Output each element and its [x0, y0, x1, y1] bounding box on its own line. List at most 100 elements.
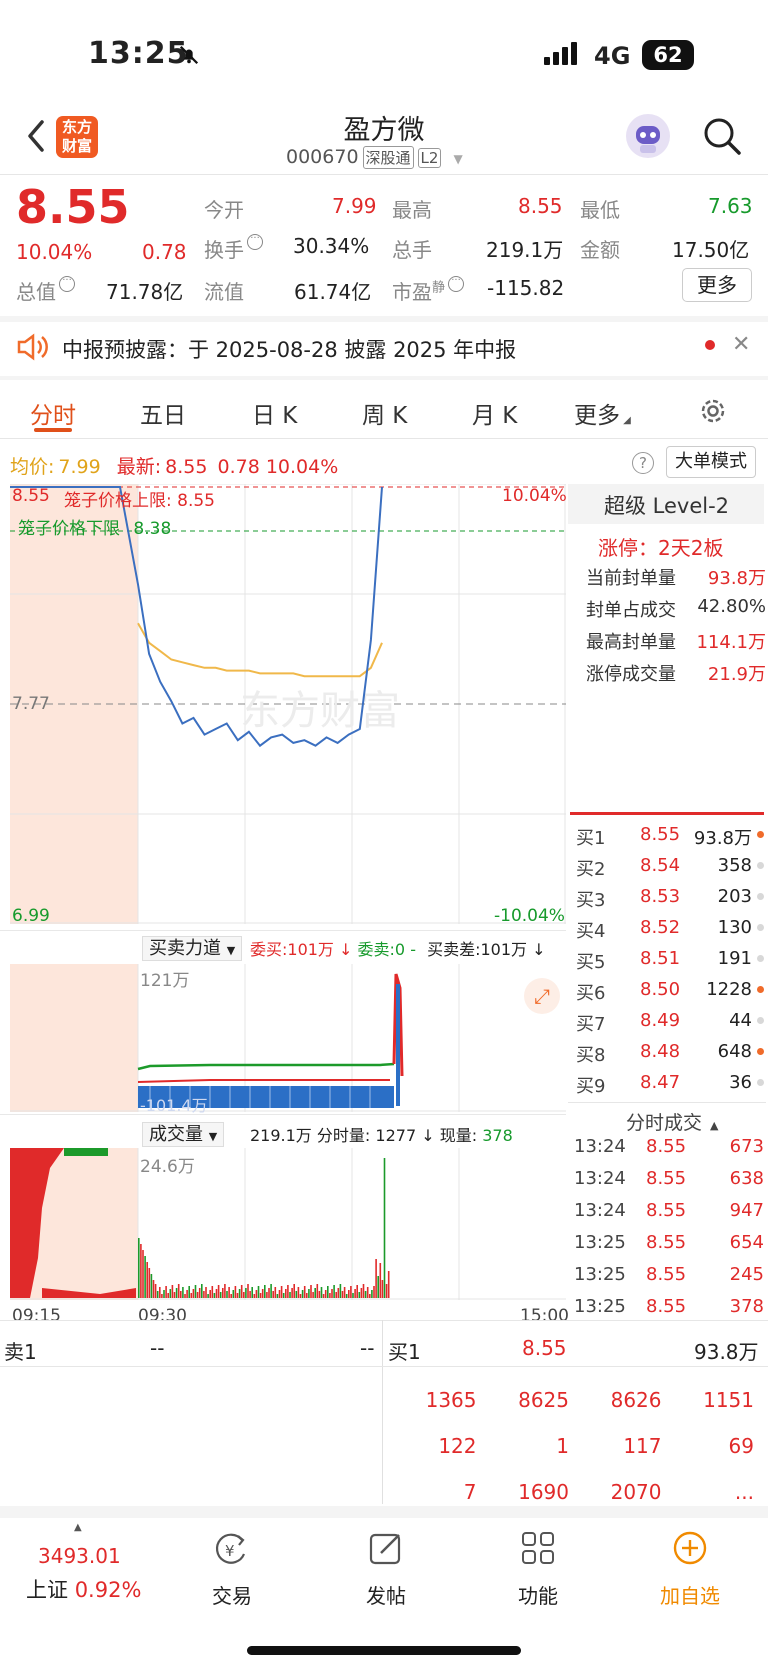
pe-label[interactable]: 市盈静 ···	[392, 276, 465, 305]
mute-bell-icon	[179, 45, 199, 65]
nav-post[interactable]: 发帖	[346, 1580, 426, 1609]
index-line[interactable]: 上证 0.92%	[26, 1574, 141, 1604]
volume-bar	[362, 1284, 365, 1298]
tick-row: 13:24 8.55 638	[574, 1168, 764, 1189]
volume-bar	[306, 1293, 308, 1298]
buy1-label: 买1	[388, 1340, 421, 1364]
info-dots-icon[interactable]: ···	[448, 276, 465, 292]
order-book-row[interactable]: 买8 8.48 648	[574, 1041, 766, 1069]
volume-bar	[211, 1286, 214, 1298]
volume-bar	[188, 1286, 190, 1298]
volume-stats: 219.1万 分时量: 1277 ↓ 现量: 378	[250, 1126, 513, 1145]
volume-bar	[234, 1286, 237, 1298]
volume-bar	[354, 1289, 356, 1298]
tab-weekly-k[interactable]: 周 K	[362, 396, 407, 430]
volume-bar	[348, 1290, 350, 1298]
order-book-row[interactable]: 买4 8.52 130	[574, 917, 766, 945]
order-book-row[interactable]: 买9 8.47 36	[574, 1072, 766, 1100]
volume-bar	[375, 1259, 377, 1298]
volume-bar	[285, 1289, 287, 1298]
volume-bar	[293, 1284, 295, 1298]
volume-bar	[335, 1292, 337, 1298]
gear-icon[interactable]	[698, 396, 728, 426]
volume-bar	[295, 1291, 298, 1298]
post-edit-icon[interactable]	[368, 1530, 404, 1566]
volume-bar	[360, 1288, 363, 1298]
volume-bar	[324, 1290, 327, 1298]
notice-text[interactable]: 中报预披露：于 2025-08-28 披露 2025 年中报	[62, 334, 516, 364]
order-book-row[interactable]: 买2 8.54 358	[574, 855, 766, 883]
volume-bar	[337, 1288, 340, 1298]
volume-bar	[247, 1284, 249, 1298]
force-selector[interactable]: 买卖力道 ▼	[142, 934, 243, 961]
info-dots-icon[interactable]: ···	[247, 234, 263, 250]
volume-bar	[161, 1294, 163, 1298]
order-book-row[interactable]: 买6 8.50 1228	[574, 979, 766, 1007]
change-pct: 10.04%	[16, 240, 93, 264]
turnover-value: 30.34%	[293, 234, 370, 258]
volume-bar	[371, 1290, 373, 1298]
volume-bar	[327, 1286, 329, 1298]
volume-bar	[352, 1293, 354, 1298]
stock-code-line[interactable]: 000670 深股通 L2 ▼	[286, 146, 463, 169]
ticks-title[interactable]: 分时成交 ▲	[626, 1108, 718, 1135]
price-top-label: 8.55	[12, 486, 50, 506]
nav-features[interactable]: 功能	[498, 1580, 578, 1609]
level2-title[interactable]: 超级 Level-2	[604, 490, 729, 520]
big-order-mode-button[interactable]: 大单模式	[666, 446, 756, 478]
features-grid-icon[interactable]	[520, 1530, 556, 1566]
volume-bar	[316, 1284, 319, 1298]
volume-bar	[142, 1250, 144, 1298]
nav-add-watchlist[interactable]: 加自选	[650, 1580, 730, 1609]
order-book-row[interactable]: 买3 8.53 203	[574, 886, 766, 914]
unread-dot	[705, 340, 715, 350]
volume-bar	[278, 1290, 281, 1298]
volume-bar	[213, 1293, 216, 1298]
volume-bar	[215, 1289, 218, 1298]
order-book-row[interactable]: 买1 8.55 93.8万	[574, 824, 766, 852]
open-label: 今开	[204, 198, 244, 222]
tab-monthly-k[interactable]: 月 K	[472, 396, 517, 430]
tab-daily-k[interactable]: 日 K	[252, 396, 297, 430]
queue-cell: 122	[438, 1434, 477, 1458]
nav-trade[interactable]: 交易	[192, 1580, 272, 1609]
volume-bar	[280, 1286, 283, 1298]
high-value: 8.55	[518, 194, 563, 218]
search-icon[interactable]	[702, 116, 742, 156]
volume-bar	[192, 1289, 195, 1298]
intraday-price-chart[interactable]: 东方财富	[10, 484, 566, 924]
low-label: 最低	[580, 198, 620, 222]
trade-yen-icon[interactable]: ¥	[212, 1532, 252, 1568]
volume-bar	[301, 1290, 304, 1298]
pct-bottom-label: -10.04%	[494, 906, 565, 926]
close-icon[interactable]: ✕	[732, 332, 750, 357]
order-book-row[interactable]: 买5 8.51 191	[574, 948, 766, 976]
mktcap-label[interactable]: 总值 ···	[16, 276, 75, 305]
tab-intraday[interactable]: 分时	[30, 396, 76, 430]
cage-lower-label: 笼子价格下限 8.38	[18, 519, 172, 539]
index-value[interactable]: 3493.01	[38, 1544, 121, 1568]
add-watchlist-icon[interactable]	[672, 1530, 708, 1566]
volume-bar	[165, 1286, 167, 1298]
volume-bar	[331, 1289, 333, 1298]
assistant-robot-icon[interactable]	[626, 114, 670, 158]
tab-more[interactable]: 更多 ◢	[574, 396, 631, 430]
volume-bar	[186, 1290, 188, 1298]
volume-selector[interactable]: 成交量 ▼	[142, 1120, 225, 1147]
queue-cell: 1	[556, 1434, 569, 1458]
volume-bar	[266, 1292, 268, 1298]
order-book-row[interactable]: 买7 8.49 44	[574, 1010, 766, 1038]
volume-bar	[385, 1284, 388, 1298]
turnover-label[interactable]: 换手 ···	[204, 234, 263, 263]
divider	[0, 1366, 768, 1367]
limit-up-streak: 涨停：2天2板	[598, 536, 724, 560]
info-dots-icon[interactable]: ···	[59, 276, 75, 292]
tab-five-day[interactable]: 五日	[140, 396, 186, 430]
help-icon[interactable]: ?	[632, 452, 654, 474]
volume-bar	[167, 1293, 169, 1298]
tick-row: 13:24 8.55 673	[574, 1136, 764, 1157]
l2-tag: L2	[417, 148, 442, 168]
expand-icon[interactable]: ⤢	[524, 978, 560, 1014]
more-button[interactable]: 更多	[682, 268, 752, 302]
volume-bar	[264, 1285, 266, 1298]
